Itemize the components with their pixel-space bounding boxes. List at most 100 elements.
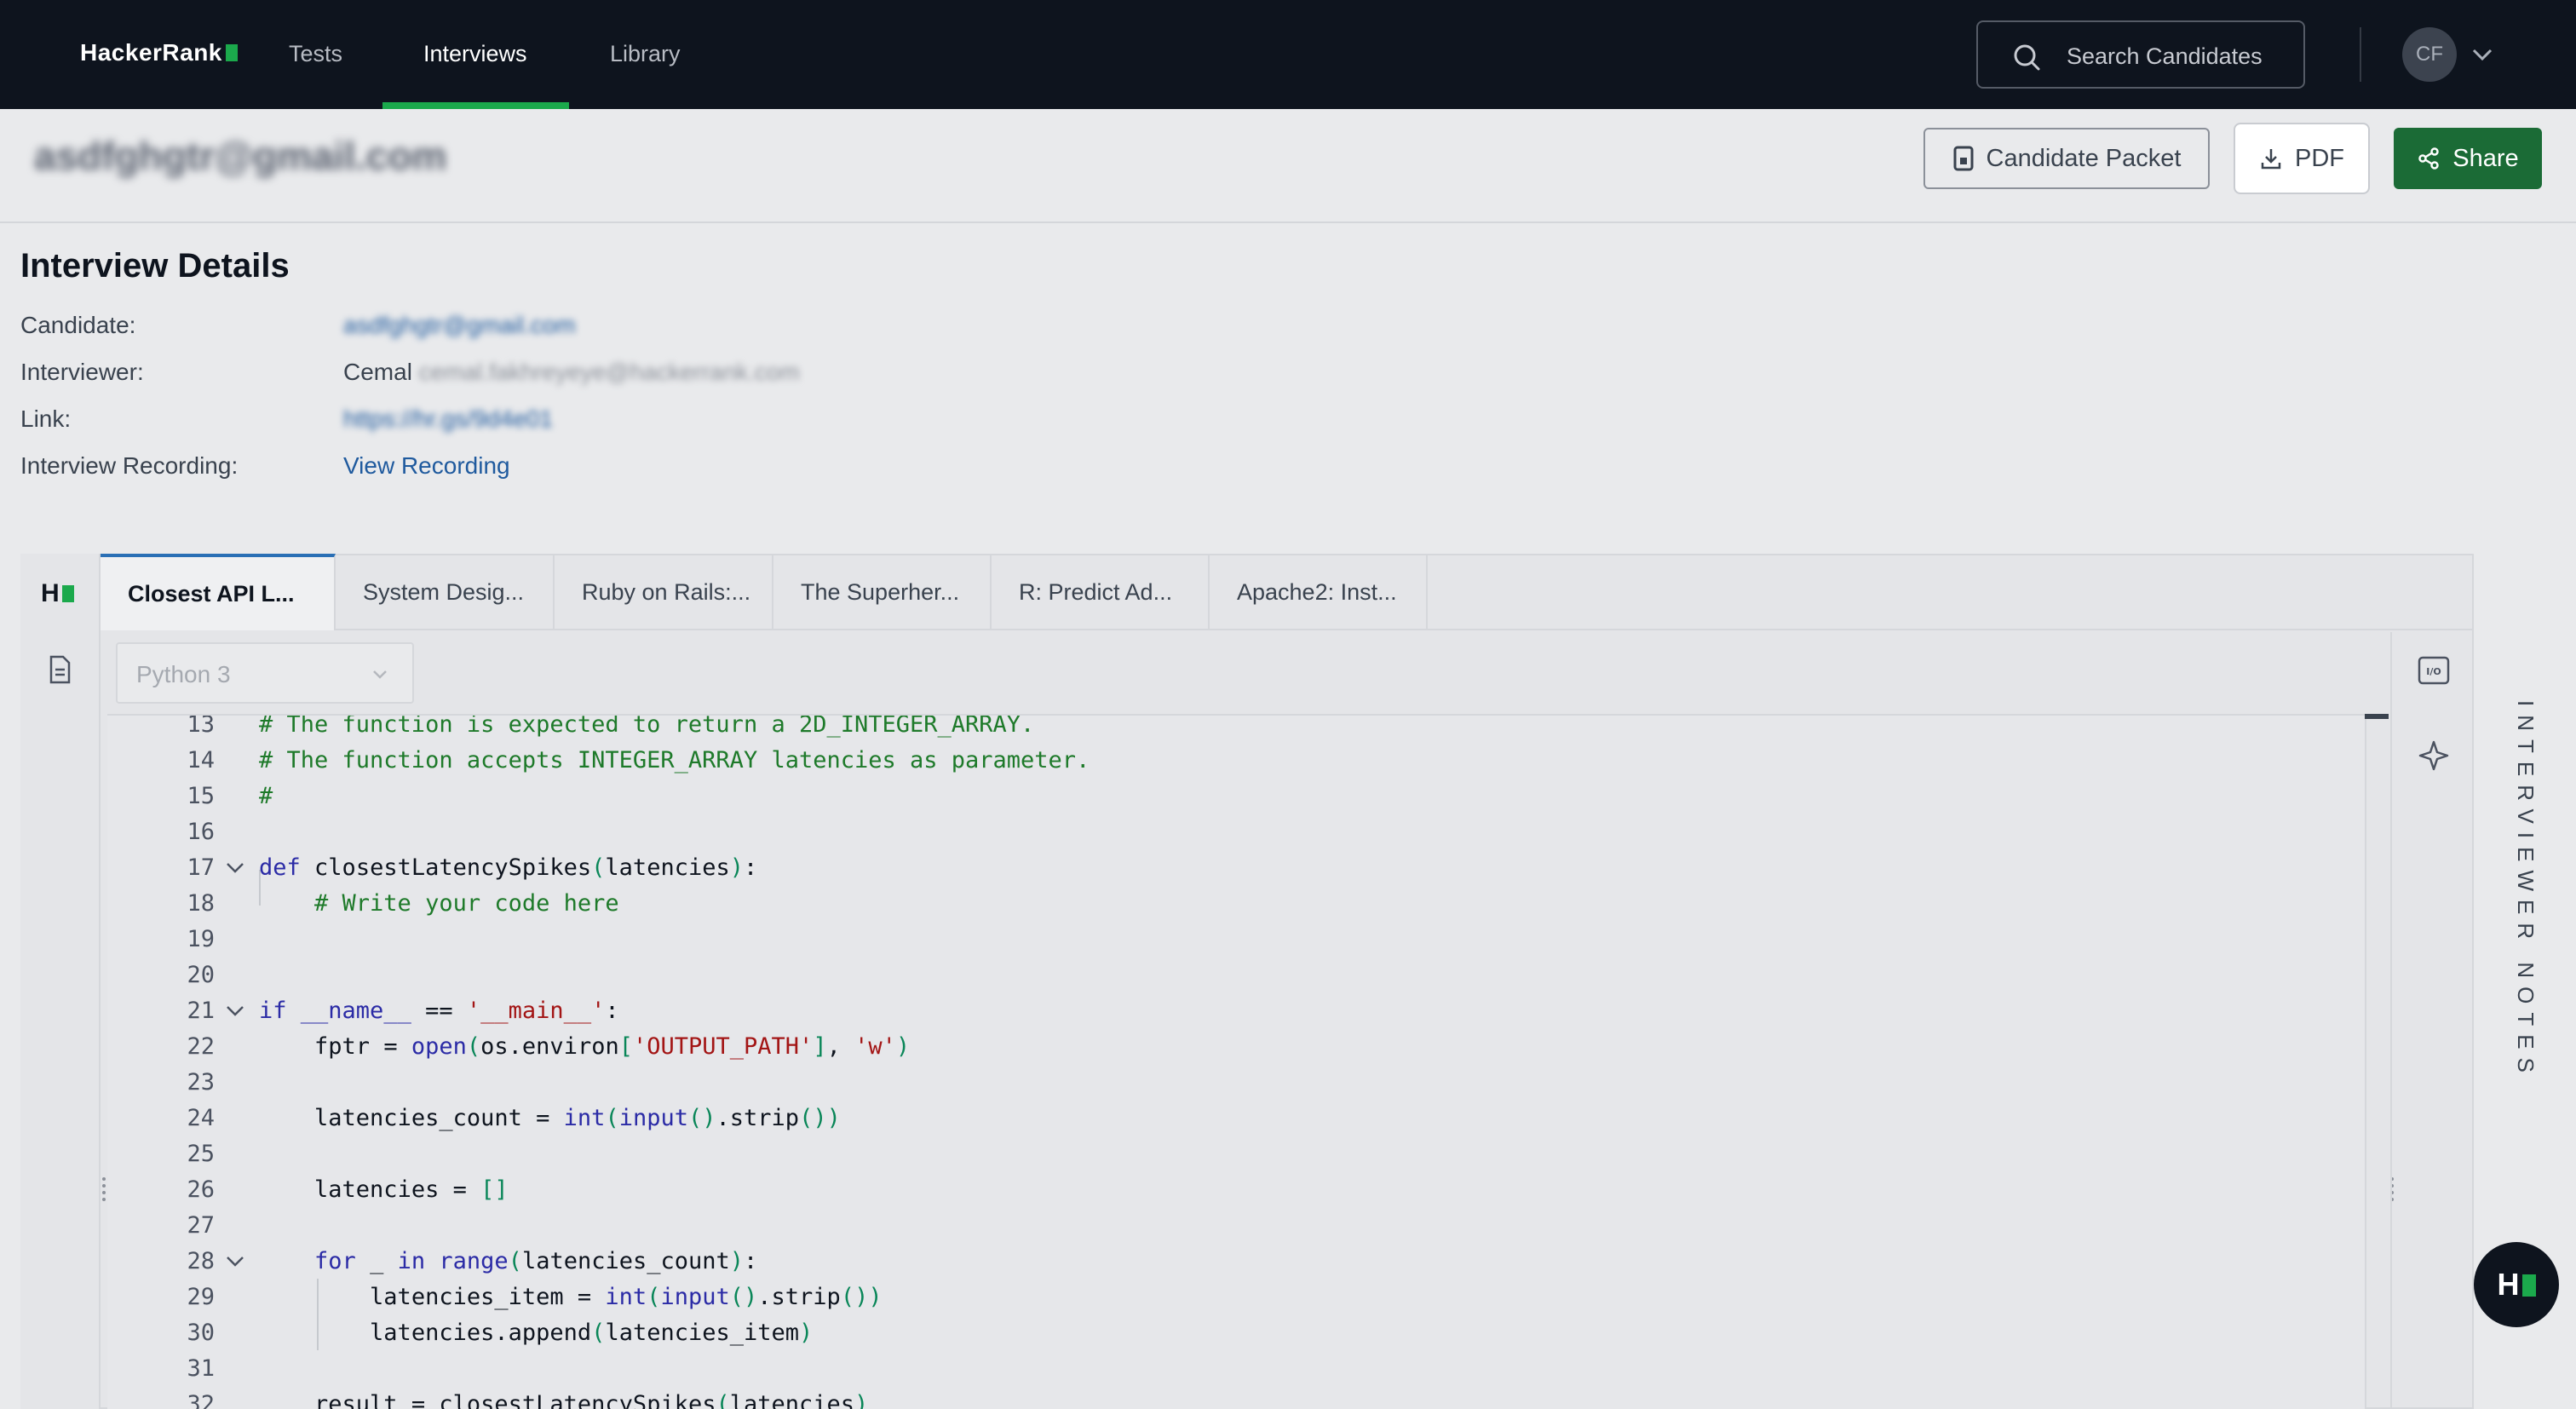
line-number: 27 — [187, 1212, 215, 1239]
code-line[interactable]: 17 def closestLatencySpikes(latencies): — [107, 850, 2365, 886]
nav-tests[interactable]: Tests — [289, 41, 342, 67]
code-line[interactable]: 20 — [107, 958, 2365, 993]
code-text: latencies_count = int(input().strip()) — [314, 1105, 841, 1131]
interview-details-title: Interview Details — [20, 247, 290, 285]
code-text: for _ in range(latencies_count): — [314, 1248, 758, 1274]
line-number: 17 — [187, 854, 215, 881]
view-recording-link[interactable]: View Recording — [343, 452, 510, 480]
code-line[interactable]: 19 — [107, 922, 2365, 958]
fold-chevron-icon[interactable] — [225, 993, 245, 1029]
interviewer-label: Interviewer: — [20, 359, 144, 385]
interviewer-notes-label[interactable]: INTERVIEWER NOTES — [2504, 700, 2539, 1081]
tab-ruby-on-rails[interactable]: Ruby on Rails:... — [555, 554, 773, 630]
code-text: result = closestLatencySpikes(latencies) — [314, 1391, 869, 1409]
code-line[interactable]: 21 if __name__ == '__main__': — [107, 993, 2365, 1029]
line-number: 19 — [187, 926, 215, 952]
code-text: def closestLatencySpikes(latencies): — [259, 854, 758, 881]
code-text: latencies = [] — [314, 1176, 509, 1203]
svg-text:I/O: I/O — [2426, 666, 2441, 677]
search-candidates-input[interactable]: Search Candidates — [1976, 20, 2305, 89]
line-number: 22 — [187, 1033, 215, 1060]
tab-apache2[interactable]: Apache2: Inst... — [1210, 554, 1428, 630]
nav-divider — [2360, 27, 2361, 82]
code-line[interactable]: 29 latencies_item = int(input().strip()) — [107, 1280, 2365, 1315]
code-text: # The function is expected to return a 2… — [259, 714, 1035, 738]
line-number: 26 — [187, 1176, 215, 1203]
line-number: 14 — [187, 747, 215, 774]
line-number: 32 — [187, 1391, 215, 1409]
tab-the-superhero[interactable]: The Superher... — [773, 554, 992, 630]
fold-chevron-icon[interactable] — [225, 1244, 245, 1280]
search-icon — [2014, 44, 2040, 71]
line-number: 25 — [187, 1141, 215, 1167]
tab-r-predict[interactable]: R: Predict Ad... — [992, 554, 1210, 630]
editor-right-rail: I/O — [2390, 632, 2474, 1409]
candidate-header: asdfghgtr@gmail.com Candidate Packet PDF… — [0, 109, 2576, 223]
code-line[interactable]: 13 # The function is expected to return a… — [107, 714, 2365, 743]
code-line[interactable]: 24 latencies_count = int(input().strip()… — [107, 1101, 2365, 1136]
nav-interviews[interactable]: Interviews — [423, 41, 527, 67]
editor-scrollbar[interactable] — [2365, 714, 2390, 1409]
line-number: 23 — [187, 1069, 215, 1096]
active-nav-indicator — [382, 102, 569, 109]
recording-label: Interview Recording: — [20, 452, 239, 479]
line-number: 18 — [187, 890, 215, 917]
line-number: 29 — [187, 1284, 215, 1310]
editor-toolbar: Python 3 — [107, 632, 2390, 714]
pdf-download-button[interactable]: PDF — [2234, 123, 2370, 194]
code-editor[interactable]: 13 # The function is expected to return a… — [107, 714, 2365, 1409]
code-text: fptr = open(os.environ['OUTPUT_PATH'], '… — [314, 1033, 911, 1060]
resize-handle-icon[interactable] — [101, 1176, 107, 1203]
interview-link[interactable]: https://hr.gs/9d4e01 — [343, 405, 553, 433]
line-number: 20 — [187, 962, 215, 988]
share-button[interactable]: Share — [2394, 128, 2542, 189]
code-line[interactable]: 31 — [107, 1351, 2365, 1387]
editor-scroll-thumb[interactable] — [2365, 714, 2389, 719]
fold-chevron-icon[interactable] — [225, 850, 245, 886]
language-select[interactable]: Python 3 — [116, 642, 414, 704]
code-line[interactable]: 16 — [107, 814, 2365, 850]
hackerrank-help-button[interactable]: H — [2474, 1242, 2559, 1327]
document-icon — [1953, 146, 1974, 171]
download-icon — [2261, 149, 2281, 170]
code-line[interactable]: 22 fptr = open(os.environ['OUTPUT_PATH']… — [107, 1029, 2365, 1065]
code-line[interactable]: 32 result = closestLatencySpikes(latenci… — [107, 1387, 2365, 1409]
code-text: # Write your code here — [259, 890, 619, 917]
code-line[interactable]: 23 — [107, 1065, 2365, 1101]
chevron-down-icon — [373, 670, 387, 679]
line-number: 24 — [187, 1105, 215, 1131]
chevron-down-icon[interactable] — [2470, 43, 2494, 66]
interviewer-value: Cemal cemal.fakhreyeye@hackerrank.com — [343, 359, 800, 386]
code-text: latencies.append(latencies_item) — [370, 1320, 814, 1346]
code-line[interactable]: 25 — [107, 1136, 2365, 1172]
code-text: if __name__ == '__main__': — [259, 998, 619, 1024]
code-line[interactable]: 30 latencies.append(latencies_item) — [107, 1315, 2365, 1351]
code-line[interactable]: 15 # — [107, 779, 2365, 814]
interviewer-name: Cemal — [343, 359, 412, 385]
code-text: # — [259, 783, 273, 809]
io-icon[interactable]: I/O — [2418, 656, 2450, 685]
code-line[interactable]: 28 for _ in range(latencies_count): — [107, 1244, 2365, 1280]
line-number: 16 — [187, 819, 215, 845]
nav-library[interactable]: Library — [610, 41, 681, 67]
tab-system-design[interactable]: System Desig... — [336, 554, 555, 630]
line-number: 31 — [187, 1355, 215, 1382]
top-navigation: HackerRank Tests Interviews Library Sear… — [0, 0, 2576, 109]
code-line[interactable]: 26 latencies = [] — [107, 1172, 2365, 1208]
ai-assistant-icon[interactable] — [2418, 739, 2450, 772]
link-label: Link: — [20, 405, 72, 432]
code-line[interactable]: 18 # Write your code here — [107, 886, 2365, 922]
code-line[interactable]: 27 — [107, 1208, 2365, 1244]
line-number: 15 — [187, 783, 215, 809]
problem-statement-icon[interactable] — [44, 654, 75, 685]
candidate-packet-button[interactable]: Candidate Packet — [1923, 128, 2210, 189]
line-number: 13 — [187, 714, 215, 738]
user-avatar[interactable]: CF — [2402, 27, 2457, 82]
tab-closest-api[interactable]: Closest API L... — [101, 554, 336, 630]
hackerrank-logo[interactable]: HackerRank — [80, 39, 238, 66]
share-icon — [2418, 147, 2440, 170]
line-number: 21 — [187, 998, 215, 1024]
candidate-email-link[interactable]: asdfghgtr@gmail.com — [343, 312, 576, 339]
candidate-email-title: asdfghgtr@gmail.com — [34, 134, 447, 178]
code-line[interactable]: 14 # The function accepts INTEGER_ARRAY l… — [107, 743, 2365, 779]
